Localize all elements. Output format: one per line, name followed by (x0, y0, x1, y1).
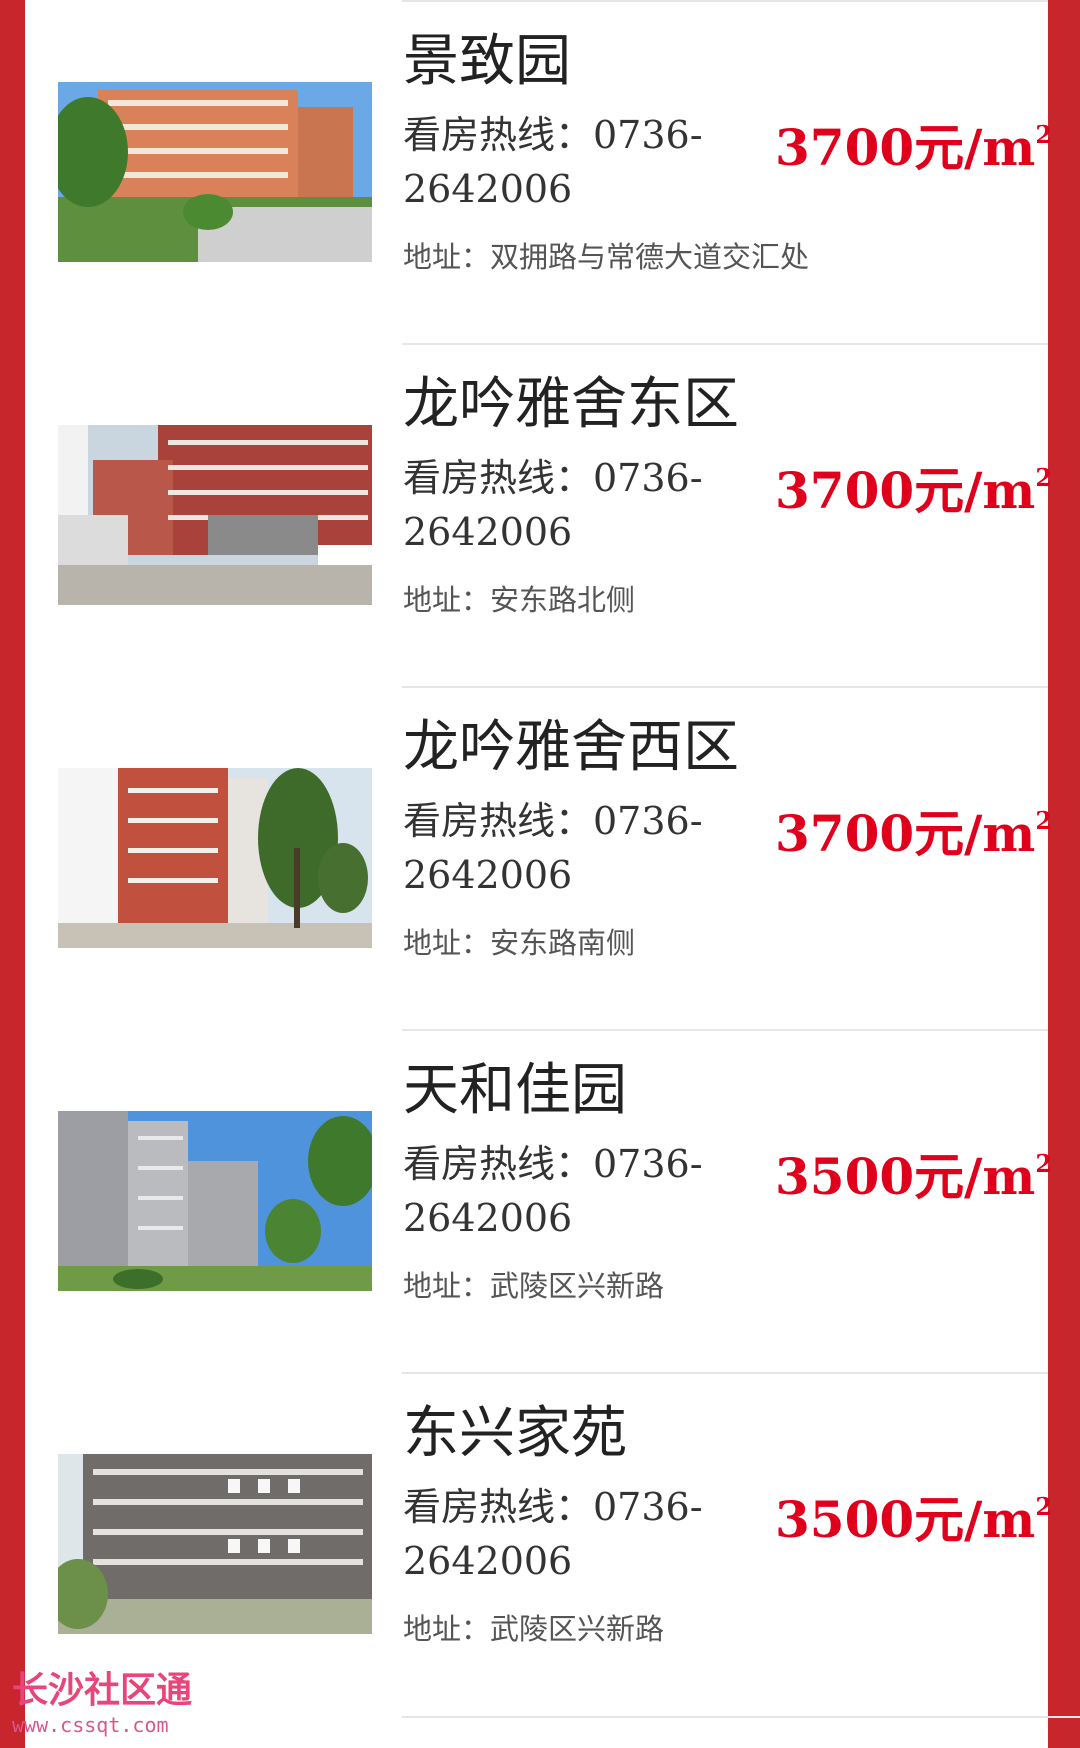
building-photo[interactable] (58, 82, 372, 262)
listing-address: 地址：武陵区兴新路 (403, 1269, 665, 1303)
right-red-border (1048, 0, 1080, 1748)
price-value: 3700元/m (775, 804, 1036, 863)
hotline-line-1: 看房热线：0736- (403, 799, 703, 843)
listing-price: 3700元/m2 (775, 459, 1052, 523)
listing-name: 天和佳园 (403, 1058, 627, 1123)
listing-name: 龙吟雅舍西区 (403, 715, 739, 780)
listing-name: 龙吟雅舍东区 (403, 372, 739, 437)
site-watermark: 长沙社区通 www.cssqt.com (12, 1670, 212, 1738)
listing-hotline[interactable]: 看房热线：0736- 2642006 (403, 794, 723, 902)
listing-hotline[interactable]: 看房热线：0736- 2642006 (403, 108, 723, 216)
hotline-line-2: 2642006 (403, 510, 573, 554)
hotline-line-1: 看房热线：0736- (403, 1485, 703, 1529)
listing-list: 景致园 看房热线：0736- 2642006 地址：双拥路与常德大道交汇处 37… (25, 0, 1052, 1748)
hotline-line-1: 看房热线：0736- (403, 113, 703, 157)
hotline-line-2: 2642006 (403, 853, 573, 897)
building-photo[interactable] (58, 1454, 372, 1634)
listing-price: 3700元/m2 (775, 802, 1052, 866)
price-unit-superscript: 2 (1035, 806, 1053, 835)
hotline-line-2: 2642006 (403, 167, 573, 211)
watermark-title: 长沙社区通 (12, 1670, 193, 1711)
hotline-line-2: 2642006 (403, 1539, 573, 1583)
listing-hotline[interactable]: 看房热线：0736- 2642006 (403, 1137, 723, 1245)
price-value: 3500元/m (775, 1490, 1036, 1549)
listing-item[interactable]: 景致园 看房热线：0736- 2642006 地址：双拥路与常德大道交汇处 37… (25, 0, 1052, 343)
price-unit-superscript: 2 (1035, 1149, 1053, 1178)
price-value: 3500元/m (775, 1147, 1036, 1206)
price-value: 3700元/m (775, 118, 1036, 177)
watermark-url: www.cssqt.com (12, 1713, 169, 1737)
listing-item[interactable]: 天和佳园 看房热线：0736- 2642006 地址：武陵区兴新路 3500元/… (25, 1029, 1052, 1372)
listing-address: 地址：安东路南侧 (403, 926, 636, 960)
listing-price: 3700元/m2 (775, 116, 1052, 180)
bottom-divider (402, 1716, 1080, 1718)
listing-name: 东兴家苑 (403, 1401, 627, 1466)
price-unit-superscript: 2 (1035, 1492, 1053, 1521)
building-photo[interactable] (58, 768, 372, 948)
left-red-border (0, 0, 25, 1748)
price-unit-superscript: 2 (1035, 120, 1053, 149)
listing-address: 地址：武陵区兴新路 (403, 1612, 665, 1646)
listing-address: 地址：安东路北侧 (403, 583, 636, 617)
listing-item[interactable]: 龙吟雅舍东区 看房热线：0736- 2642006 地址：安东路北侧 3700元… (25, 343, 1052, 686)
listing-item[interactable]: 龙吟雅舍西区 看房热线：0736- 2642006 地址：安东路南侧 3700元… (25, 686, 1052, 1029)
listing-hotline[interactable]: 看房热线：0736- 2642006 (403, 451, 723, 559)
hotline-line-1: 看房热线：0736- (403, 1142, 703, 1186)
building-photo[interactable] (58, 1111, 372, 1291)
listing-name: 景致园 (403, 29, 571, 94)
price-value: 3700元/m (775, 461, 1036, 520)
hotline-line-2: 2642006 (403, 1196, 573, 1240)
listing-price: 3500元/m2 (775, 1145, 1052, 1209)
price-unit-superscript: 2 (1035, 463, 1053, 492)
listing-price: 3500元/m2 (775, 1488, 1052, 1552)
listing-item[interactable]: 东兴家苑 看房热线：0736- 2642006 地址：武陵区兴新路 3500元/… (25, 1372, 1052, 1715)
hotline-line-1: 看房热线：0736- (403, 456, 703, 500)
building-photo[interactable] (58, 425, 372, 605)
listing-hotline[interactable]: 看房热线：0736- 2642006 (403, 1480, 723, 1588)
listing-address: 地址：双拥路与常德大道交汇处 (403, 240, 810, 274)
